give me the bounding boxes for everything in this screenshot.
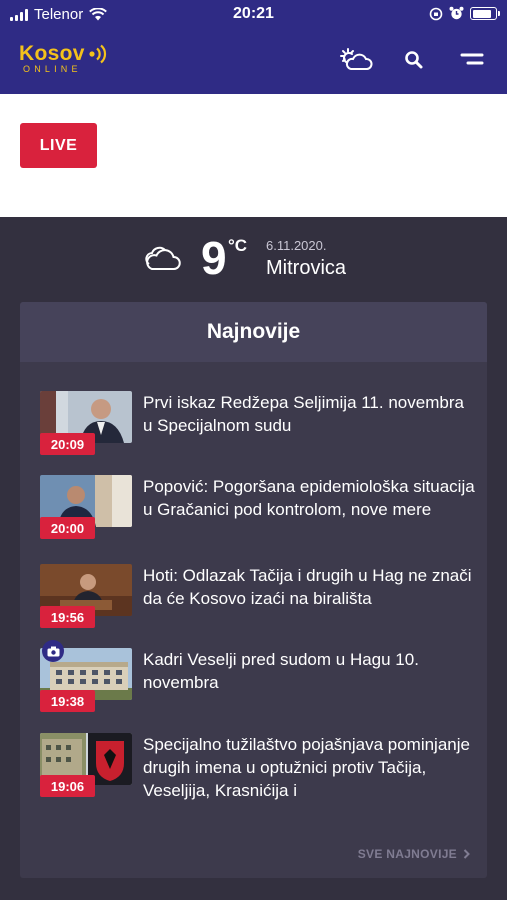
panel-title: Najnovije	[20, 302, 487, 362]
logo-text: Kosov	[19, 42, 85, 65]
news-time: 19:38	[40, 690, 95, 712]
news-item[interactable]: 19:38 Kadri Veselji pred sudom u Hagu 10…	[40, 640, 470, 718]
news-headline[interactable]: Specijalno tužilaštvo pojašnjava pominja…	[143, 733, 478, 802]
news-time: 20:00	[40, 517, 95, 539]
alarm-icon	[449, 6, 464, 20]
news-headline[interactable]: Hoti: Odlazak Tačija i drugih u Hag ne z…	[143, 564, 478, 610]
search-icon[interactable]	[396, 44, 432, 76]
news-time: 20:09	[40, 433, 95, 455]
live-section: LIVE	[0, 94, 507, 217]
news-item[interactable]: 20:00 Popović: Pogoršana epidemiološka s…	[40, 475, 475, 545]
logo-subtitle: ONLINE	[23, 64, 82, 74]
app-header: Kosov ONLINE	[0, 30, 507, 94]
live-button[interactable]: LIVE	[20, 123, 97, 168]
news-item[interactable]: 19:06 Specijalno tužilaštvo pojašnjava p…	[40, 733, 470, 813]
chevron-right-icon	[463, 849, 470, 859]
latest-news-panel: Najnovije 20:09 Prvi iskaz Redžepa Selji…	[20, 302, 487, 878]
weather-city: Mitrovica	[266, 257, 347, 279]
site-logo[interactable]: Kosov ONLINE	[19, 42, 108, 74]
all-latest-link[interactable]: SVE NAJNOVIJE	[358, 847, 470, 861]
news-item[interactable]: 20:09 Prvi iskaz Redžepa Seljimija 11. n…	[40, 391, 470, 461]
news-time: 19:56	[40, 606, 95, 628]
cloud-icon	[145, 246, 181, 270]
camera-icon	[42, 640, 64, 662]
weather-date: 6.11.2020.	[266, 238, 327, 253]
weather-unit: °C	[228, 236, 248, 255]
orientation-lock-icon	[429, 7, 443, 20]
news-item[interactable]: 19:56 Hoti: Odlazak Tačija i drugih u Ha…	[40, 564, 472, 634]
status-bar: Telenor 20:21	[0, 0, 507, 30]
news-headline[interactable]: Prvi iskaz Redžepa Seljimija 11. novembr…	[143, 391, 478, 437]
all-latest-label: SVE NAJNOVIJE	[357, 847, 457, 861]
menu-icon[interactable]	[454, 44, 490, 76]
news-time: 19:06	[40, 775, 95, 797]
news-headline[interactable]: Kadri Veselji pred sudom u Hagu 10. nove…	[143, 648, 478, 694]
broadcast-icon	[89, 44, 106, 64]
weather-widget[interactable]: 9 °C 6.11.2020. Mitrovica	[0, 217, 507, 302]
news-headline[interactable]: Popović: Pogoršana epidemiološka situaci…	[143, 475, 478, 521]
status-icons	[429, 6, 500, 21]
weather-temperature: 9	[201, 232, 227, 284]
battery-icon	[470, 7, 500, 20]
weather-sun-cloud-icon[interactable]	[338, 44, 374, 76]
